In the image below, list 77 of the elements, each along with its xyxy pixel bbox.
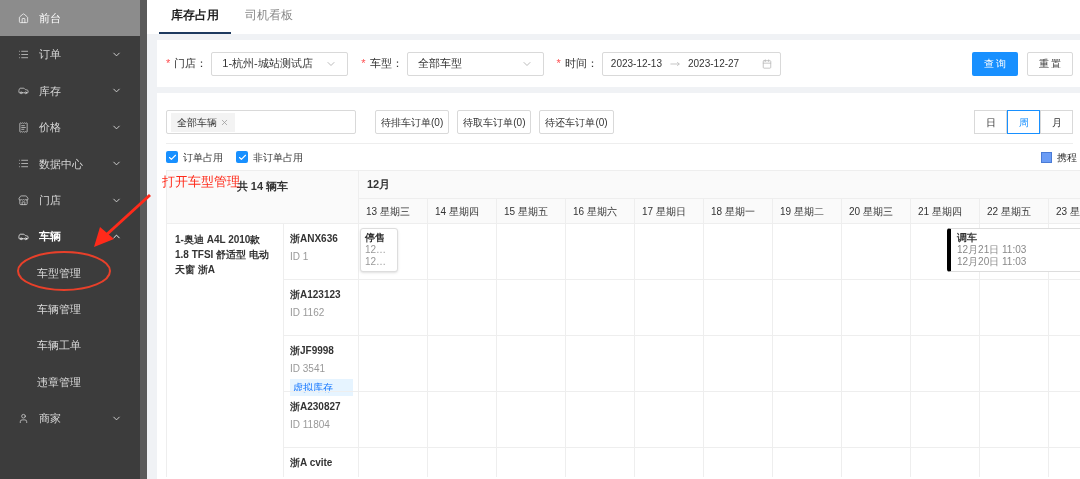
month-header: 12月 [358,171,1080,198]
field-label: 门店： [174,56,208,72]
required-mark: * [556,56,561,72]
tab[interactable]: 司机看板 [233,6,305,34]
home-icon [18,12,29,24]
day-header: 19 星期二 [772,198,841,223]
calendar-icon [761,58,772,69]
event-time: 12月20日 11:03 [957,256,1028,268]
order-filter-button[interactable]: 待取车订单(0) [457,110,532,134]
order-filter-button[interactable]: 待排车订单(0) [375,110,450,134]
vehicle-id: ID 1 [290,250,309,264]
vehicle-id: ID 1162 [290,306,325,320]
reset-button[interactable]: 重 置 [1027,51,1073,76]
store-icon [18,194,29,206]
vehicle-id: ID 3541 [290,362,326,376]
car-icon [18,231,29,243]
plate-number: 浙A230827 [290,400,341,414]
car-model-name: 1-奥迪 A4L 2010款 1.8 TFSI 舒适型 电动天窗 浙A [175,234,269,275]
view-mode-tab[interactable]: 月 [1040,110,1073,134]
user-icon [18,413,29,424]
checkbox-label: 订单占用 [183,150,223,165]
event-time: 12月21日 11:03 [957,244,1028,256]
field-label: 车型： [369,56,403,72]
checkbox-label: 非订单占用 [253,150,303,165]
sidebar-item[interactable]: 数据中心 [0,145,140,182]
field-label: 时间： [564,56,598,72]
event-time: 12… [365,256,388,268]
receipt-icon [18,121,29,133]
annotation-arrow [92,193,152,249]
sidebar-item[interactable]: 商家 [0,400,140,437]
sidebar-subitem[interactable]: 车辆工单 [0,327,140,364]
vehicle-id: ID 11804 [290,418,330,432]
day-header: 21 星期四 [910,198,979,223]
day-header: 22 星期五 [979,198,1048,223]
day-header: 16 星期六 [565,198,634,223]
day-header: 14 星期四 [427,198,496,223]
filter-tag[interactable]: 全部车辆 [171,112,235,132]
plate-number: 浙ANX636 [290,232,338,246]
plate-number: 浙A123123 [290,288,341,302]
day-header: 18 星期一 [703,198,772,223]
day-header: 23 星 [1048,198,1080,223]
schedule-cell [1048,223,1080,279]
sidebar-subitem[interactable]: 车辆管理 [0,291,140,328]
view-mode-tab[interactable]: 日 [974,110,1007,134]
sidebar-item[interactable]: 订单 [0,36,140,73]
legend-label: 携程 [1057,150,1077,165]
list-icon [18,158,29,170]
day-header: 15 星期五 [496,198,565,223]
day-header: 20 星期三 [841,198,910,223]
select-field[interactable]: 全部车型 [406,51,544,76]
event-time: 12… [365,244,388,256]
tab[interactable]: 库存占用 [159,6,231,34]
sidebar-item[interactable]: 门店 [0,181,140,219]
checkbox[interactable] [166,151,178,163]
required-mark: * [166,56,171,72]
date-range-field[interactable]: 2023-12-13 2023-12-27 [601,51,781,76]
car-icon [18,85,29,97]
plate-number: 浙JF9998 [290,344,334,358]
list-icon [18,49,29,61]
sidebar-item[interactable]: 车辆 [0,218,140,255]
sidebar-subitem[interactable]: 违章管理 [0,363,140,401]
sidebar-subitem[interactable]: 车型管理 [0,254,140,292]
schedule-event[interactable]: 停售 12… 12… [360,228,398,272]
event-title: 调车 [957,232,978,244]
select-field[interactable]: 1-杭州-城站测试店 [211,51,349,76]
close-icon[interactable] [220,117,229,127]
sidebar-item[interactable]: 库存 [0,72,140,110]
day-header: 17 星期日 [634,198,703,223]
vehicle-select-field[interactable]: 全部车辆 [166,110,356,134]
required-mark: * [361,56,366,72]
checkbox[interactable] [236,151,248,163]
order-filter-button[interactable]: 待还车订单(0) [539,110,614,134]
schedule-event[interactable]: 调车 12月21日 11:03 12月20日 11:03 [947,228,1080,272]
plate-number: 浙A cvite [290,456,333,470]
day-header: 13 星期三 [358,198,427,223]
event-title: 停售 [365,232,386,244]
sidebar-item[interactable]: 价格 [0,109,140,146]
